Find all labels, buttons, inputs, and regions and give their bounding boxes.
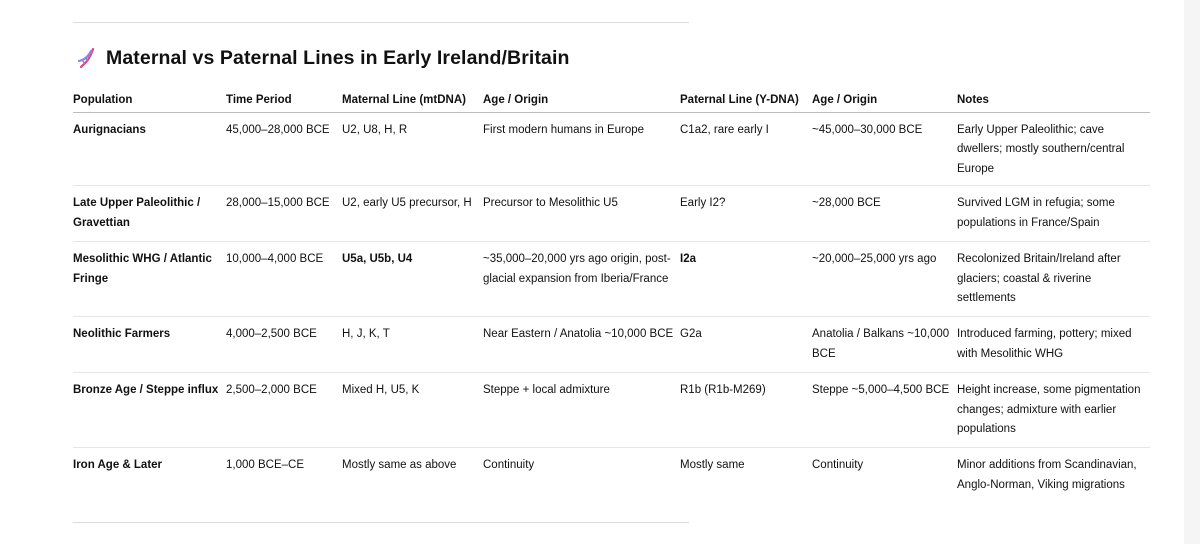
cell-paternal-age-origin: ~45,000–30,000 BCE (812, 112, 957, 186)
cell-maternal-line: Mixed H, U5, K (342, 372, 483, 448)
table-row: Bronze Age / Steppe influx 2,500–2,000 B… (73, 372, 1150, 448)
cell-maternal-line: U2, U8, H, R (342, 112, 483, 186)
cell-paternal-age-origin: ~20,000–25,000 yrs ago (812, 241, 957, 317)
cell-maternal-line: Mostly same as above (342, 459, 457, 471)
table-row: Mesolithic WHG / Atlantic Fringe 10,000–… (73, 241, 1150, 317)
cell-maternal-line: H, J, K, T (342, 316, 483, 373)
section-heading: Maternal vs Paternal Lines in Early Irel… (76, 46, 570, 70)
cell-notes: Height increase, some pigmentation chang… (957, 372, 1150, 448)
table-row: Late Upper Paleolithic / Gravettian 28,0… (73, 185, 1150, 242)
table-row: Aurignacians 45,000–28,000 BCE U2, U8, H… (73, 112, 1150, 186)
cell-maternal-age-origin: Near Eastern / Anatolia ~10,000 BCE (483, 316, 680, 373)
header-paternal-age-origin: Age / Origin (812, 84, 957, 113)
page: Maternal vs Paternal Lines in Early Irel… (0, 0, 1200, 544)
cell-paternal-age-origin: Anatolia / Balkans ~10,000 BCE (812, 316, 957, 373)
cell-maternal-age-origin: First modern humans in Europe (483, 112, 680, 186)
cell-time-period: 1,000 BCE–CE (226, 459, 304, 471)
top-divider (73, 22, 689, 23)
cell-population: Bronze Age / Steppe influx (73, 372, 226, 448)
table-row: Iron Age & Later 1,000 BCE–CE Mostly sam… (73, 448, 1150, 504)
cell-maternal-line: U2, early U5 precursor, H (342, 185, 483, 242)
cell-notes: Minor additions from Scandinavian, Anglo… (957, 459, 1137, 491)
cell-time-period: 2,500–2,000 BCE (226, 372, 342, 448)
header-population: Population (73, 84, 226, 113)
cell-paternal-line: R1b (R1b-M269) (680, 372, 812, 448)
cell-paternal-line: Early I2? (680, 185, 812, 242)
cell-maternal-age-origin: Continuity (483, 459, 535, 471)
cell-maternal-age-origin: Precursor to Mesolithic U5 (483, 185, 680, 242)
cell-maternal-age-origin: ~35,000–20,000 yrs ago origin, post-glac… (483, 241, 680, 317)
cell-paternal-line: I2a (680, 241, 812, 317)
cell-population: Late Upper Paleolithic / Gravettian (73, 185, 226, 242)
cell-notes: Recolonized Britain/Ireland after glacie… (957, 241, 1150, 317)
lineage-table: Population Time Period Maternal Line (mt… (73, 84, 1150, 504)
cell-time-period: 45,000–28,000 BCE (226, 112, 342, 186)
dna-icon (76, 46, 98, 70)
header-time-period: Time Period (226, 84, 342, 113)
cell-time-period: 28,000–15,000 BCE (226, 185, 342, 242)
cell-notes: Early Upper Paleolithic; cave dwellers; … (957, 112, 1150, 186)
cell-maternal-line: U5a, U5b, U4 (342, 241, 483, 317)
header-paternal-line: Paternal Line (Y-DNA) (680, 84, 812, 113)
cell-paternal-age-origin: Continuity (812, 459, 864, 471)
cell-notes: Introduced farming, pottery; mixed with … (957, 316, 1150, 373)
cell-paternal-line: G2a (680, 316, 812, 373)
section-title: Maternal vs Paternal Lines in Early Irel… (106, 46, 570, 69)
table-row: Neolithic Farmers 4,000–2,500 BCE H, J, … (73, 316, 1150, 373)
cell-time-period: 10,000–4,000 BCE (226, 241, 342, 317)
cell-population: Neolithic Farmers (73, 316, 226, 373)
header-notes: Notes (957, 84, 1150, 113)
cell-paternal-line: C1a2, rare early I (680, 112, 812, 186)
cell-population: Mesolithic WHG / Atlantic Fringe (73, 241, 226, 317)
header-maternal-age-origin: Age / Origin (483, 84, 680, 113)
table-header-row: Population Time Period Maternal Line (mt… (73, 84, 1150, 113)
cell-maternal-age-origin: Steppe + local admixture (483, 372, 680, 448)
cell-population: Aurignacians (73, 112, 226, 186)
scrollbar-track[interactable] (1184, 0, 1200, 544)
cell-notes: Survived LGM in refugia; some population… (957, 185, 1150, 242)
cell-paternal-age-origin: Steppe ~5,000–4,500 BCE (812, 372, 957, 448)
cell-population: Iron Age & Later (73, 459, 163, 471)
bottom-divider (73, 522, 689, 523)
cell-time-period: 4,000–2,500 BCE (226, 316, 342, 373)
cell-paternal-age-origin: ~28,000 BCE (812, 185, 957, 242)
cell-paternal-line: Mostly same (680, 459, 745, 471)
header-maternal-line: Maternal Line (mtDNA) (342, 84, 483, 113)
